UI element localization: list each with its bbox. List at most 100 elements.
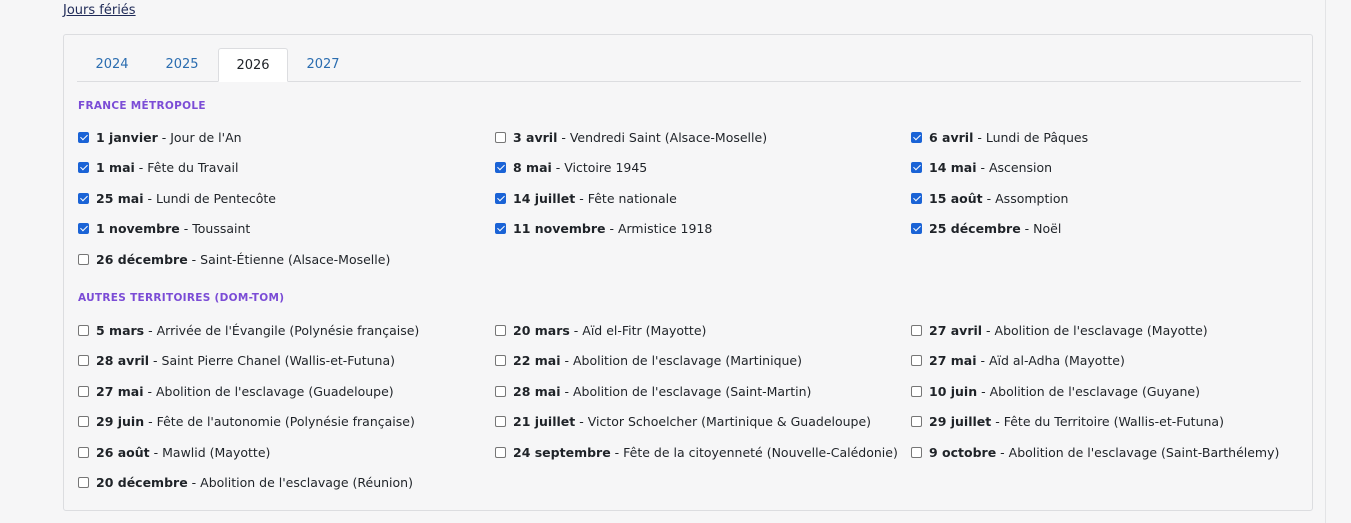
checkbox-unchecked[interactable] xyxy=(78,446,89,458)
checkbox-unchecked[interactable] xyxy=(495,385,506,397)
holiday-item[interactable]: 20 mars - Aïd el-Fitr (Mayotte) xyxy=(495,315,911,346)
holiday-item[interactable]: 14 juillet - Fête nationale xyxy=(495,183,911,214)
checkbox-checked[interactable] xyxy=(495,223,506,235)
holiday-separator: - xyxy=(149,353,162,369)
holiday-item[interactable]: 11 novembre - Armistice 1918 xyxy=(495,214,911,245)
holiday-item[interactable]: 22 mai - Abolition de l'esclavage (Marti… xyxy=(495,346,911,377)
holiday-separator: - xyxy=(605,221,618,237)
holiday-name: Arrivée de l'Évangile (Polynésie françai… xyxy=(156,322,420,338)
checkbox-unchecked[interactable] xyxy=(78,355,89,367)
holiday-item[interactable]: 24 septembre - Fête de la citoyenneté (N… xyxy=(495,437,911,468)
checkbox-unchecked[interactable] xyxy=(911,446,922,458)
holiday-date: 9 octobre xyxy=(929,444,997,460)
holiday-item[interactable]: 9 octobre - Abolition de l'esclavage (Sa… xyxy=(911,437,1303,468)
holiday-name: Saint-Étienne (Alsace-Moselle) xyxy=(200,251,391,267)
holiday-date: 28 avril xyxy=(96,353,150,369)
holiday-date: 25 décembre xyxy=(929,221,1021,237)
checkbox-checked[interactable] xyxy=(911,223,922,235)
holiday-item[interactable]: 25 décembre - Noël xyxy=(911,214,1303,245)
holiday-separator: - xyxy=(143,383,156,399)
holidays-link[interactable]: Jours fériés xyxy=(63,3,136,18)
metropole-holiday-list: 1 janvier - Jour de l'An 3 avril - Vendre… xyxy=(78,122,1303,275)
holiday-item[interactable]: 21 juillet - Victor Schoelcher (Martiniq… xyxy=(495,407,911,438)
holiday-separator: - xyxy=(976,353,989,369)
tab-2027[interactable]: 2027 xyxy=(288,48,358,81)
checkbox-checked[interactable] xyxy=(495,192,506,204)
holiday-item[interactable]: 27 mai - Abolition de l'esclavage (Guade… xyxy=(78,376,495,407)
holiday-item[interactable]: 27 avril - Abolition de l'esclavage (May… xyxy=(911,315,1303,346)
holiday-separator: - xyxy=(560,383,573,399)
holiday-item[interactable]: 20 décembre - Abolition de l'esclavage (… xyxy=(78,468,495,499)
holiday-item[interactable]: 6 avril - Lundi de Pâques xyxy=(911,122,1303,153)
checkbox-checked[interactable] xyxy=(495,162,506,174)
holiday-name: Vendredi Saint (Alsace-Moselle) xyxy=(569,129,768,145)
holiday-item[interactable]: 29 juillet - Fête du Territoire (Wallis-… xyxy=(911,407,1303,438)
holiday-item[interactable]: 1 novembre - Toussaint xyxy=(78,214,495,245)
holiday-item[interactable]: 10 juin - Abolition de l'esclavage (Guya… xyxy=(911,376,1303,407)
holiday-separator: - xyxy=(996,444,1009,460)
checkbox-checked[interactable] xyxy=(911,162,922,174)
holiday-separator: - xyxy=(982,322,995,338)
holiday-name: Fête de la citoyenneté (Nouvelle-Calédon… xyxy=(623,444,898,460)
checkbox-unchecked[interactable] xyxy=(911,416,922,428)
checkbox-checked[interactable] xyxy=(911,131,922,143)
holiday-date: 26 août xyxy=(96,444,150,460)
checkbox-unchecked[interactable] xyxy=(495,416,506,428)
holiday-date: 20 mars xyxy=(513,322,570,338)
holiday-name: Fête du Travail xyxy=(147,160,239,176)
holiday-date: 24 septembre xyxy=(513,444,611,460)
holiday-separator: - xyxy=(179,221,193,237)
holiday-separator: - xyxy=(976,160,989,176)
holiday-item[interactable]: 1 mai - Fête du Travail xyxy=(78,153,495,184)
holiday-separator: - xyxy=(187,475,201,491)
holiday-item[interactable]: 26 décembre - Saint-Étienne (Alsace-Mose… xyxy=(78,244,495,275)
holiday-item[interactable]: 29 juin - Fête de l'autonomie (Polynésie… xyxy=(78,407,495,438)
year-tabs: 2024 2025 2026 2027 xyxy=(77,48,1301,82)
holiday-date: 21 juillet xyxy=(513,414,576,430)
checkbox-unchecked[interactable] xyxy=(911,355,922,367)
tab-2026[interactable]: 2026 xyxy=(218,48,288,82)
section-title-dom-tom: AUTRES TERRITOIRES (DOM-TOM) xyxy=(78,292,285,304)
holiday-name: Fête de l'autonomie (Polynésie française… xyxy=(156,414,415,430)
holiday-name: Armistice 1918 xyxy=(617,221,713,237)
checkbox-unchecked[interactable] xyxy=(78,324,89,336)
holiday-name: Toussaint xyxy=(192,221,251,237)
checkbox-unchecked[interactable] xyxy=(911,385,922,397)
tab-2024[interactable]: 2024 xyxy=(77,48,147,81)
checkbox-unchecked[interactable] xyxy=(78,253,89,265)
holiday-separator: - xyxy=(569,322,583,338)
checkbox-unchecked[interactable] xyxy=(78,416,89,428)
holiday-date: 22 mai xyxy=(513,353,561,369)
tab-2025[interactable]: 2025 xyxy=(147,48,217,81)
holiday-item[interactable]: 1 janvier - Jour de l'An xyxy=(78,122,495,153)
holiday-item[interactable]: 25 mai - Lundi de Pentecôte xyxy=(78,183,495,214)
checkbox-unchecked[interactable] xyxy=(495,131,506,143)
checkbox-checked[interactable] xyxy=(78,192,89,204)
holiday-item[interactable]: 28 mai - Abolition de l'esclavage (Saint… xyxy=(495,376,911,407)
checkbox-checked[interactable] xyxy=(78,131,89,143)
checkbox-unchecked[interactable] xyxy=(78,477,89,489)
holiday-item[interactable]: 28 avril - Saint Pierre Chanel (Wallis-e… xyxy=(78,346,495,377)
holiday-item[interactable]: 26 août - Mawlid (Mayotte) xyxy=(78,437,495,468)
holiday-name: Aïd al-Adha (Mayotte) xyxy=(988,353,1125,369)
holiday-name: Abolition de l'esclavage (Saint-Barthéle… xyxy=(1008,444,1280,460)
holiday-date: 27 mai xyxy=(929,353,977,369)
checkbox-checked[interactable] xyxy=(911,192,922,204)
checkbox-unchecked[interactable] xyxy=(911,324,922,336)
holiday-item[interactable]: 5 mars - Arrivée de l'Évangile (Polynési… xyxy=(78,315,495,346)
holiday-separator: - xyxy=(982,190,996,206)
checkbox-checked[interactable] xyxy=(78,223,89,235)
checkbox-unchecked[interactable] xyxy=(495,324,506,336)
holiday-date: 11 novembre xyxy=(513,221,606,237)
holiday-item[interactable]: 14 mai - Ascension xyxy=(911,153,1303,184)
checkbox-unchecked[interactable] xyxy=(495,355,506,367)
holiday-item[interactable]: 8 mai - Victoire 1945 xyxy=(495,153,911,184)
holiday-item[interactable]: 27 mai - Aïd al-Adha (Mayotte) xyxy=(911,346,1303,377)
holiday-date: 5 mars xyxy=(96,322,145,338)
checkbox-unchecked[interactable] xyxy=(78,385,89,397)
checkbox-checked[interactable] xyxy=(78,162,89,174)
holiday-item[interactable]: 15 août - Assomption xyxy=(911,183,1303,214)
holidays-panel: 2024 2025 2026 2027 FRANCE MÉTROPOLE 1 j… xyxy=(63,34,1313,511)
holiday-item[interactable]: 3 avril - Vendredi Saint (Alsace-Moselle… xyxy=(495,122,911,153)
checkbox-unchecked[interactable] xyxy=(495,446,506,458)
